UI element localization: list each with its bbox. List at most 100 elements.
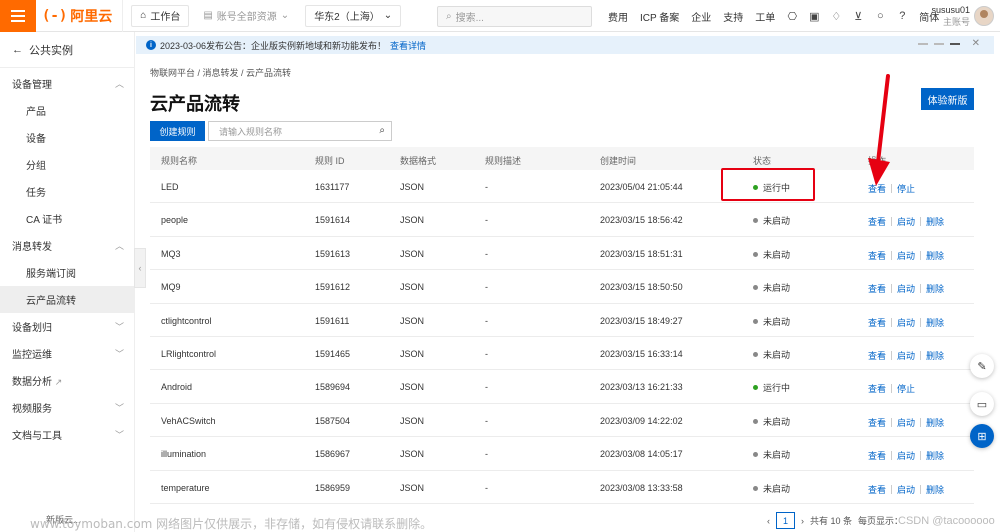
search-icon[interactable]: ⌕ [379,125,385,136]
sidebar-collapse-handle[interactable]: ‹ [134,248,146,288]
cell-rule-desc: - [485,282,488,293]
sidebar-item-product[interactable]: 产品 [0,97,134,124]
create-rule-button[interactable]: 创建规则 [150,121,205,141]
sidebar-item-server-subscription[interactable]: 服务端订阅 [0,259,134,286]
start-link[interactable]: 启动 [897,483,915,496]
back-button[interactable]: ← 公共实例 [0,32,134,68]
view-link[interactable]: 查看 [868,215,886,228]
status-stopped-dot [753,251,758,257]
cell-data-format: JSON [400,215,425,226]
nav-group-device-assign[interactable]: 设备划归 ﹀ [0,313,134,340]
cart-icon[interactable]: ⊻ [847,10,869,23]
cell-status: 未启动 [753,415,790,428]
aliyun-logo[interactable]: (-) 阿里云 [42,0,124,32]
help-icon[interactable]: ? [891,10,913,22]
action-separator [920,250,922,260]
start-link[interactable]: 启动 [897,316,915,329]
delete-link[interactable]: 删除 [926,416,944,429]
link-enterprise[interactable]: 企业 [685,9,717,24]
cell-status: 未启动 [753,315,790,328]
status-text: 未启动 [763,283,791,294]
start-link[interactable]: 启动 [897,249,915,262]
link-ticket[interactable]: 工单 [749,9,781,24]
cloud-shell-icon[interactable]: ⎔ [781,10,803,23]
cell-data-format: JSON [400,315,425,326]
cell-status: 运行中 [753,381,790,394]
nav-group-video-service[interactable]: 视频服务 ﹀ [0,394,134,421]
sidebar-item-cloud-product-flow[interactable]: 云产品流转 [0,286,134,313]
start-link[interactable]: 启动 [897,416,915,429]
user-info[interactable]: sususu01 主账号 [928,4,970,28]
try-new-version-button[interactable]: 体验新版 [921,88,974,110]
external-link-icon: ↗ [54,377,63,387]
start-link[interactable]: 启动 [897,349,915,362]
nav-group-message-forward[interactable]: 消息转发 ︿ [0,232,134,259]
page-number[interactable]: 1 [776,512,795,529]
carousel-indicator[interactable] [917,42,928,45]
stop-link[interactable]: 停止 [897,382,915,395]
cell-rule-id: 1586967 [315,449,351,460]
notice-detail-link[interactable]: 查看详情 [390,39,426,52]
status-text: 未启动 [763,416,791,427]
nav-group-device-mgmt[interactable]: 设备管理 ︿ [0,70,134,97]
nav-group-label: 视频服务 [12,404,52,415]
delete-link[interactable]: 删除 [926,282,944,295]
action-separator [920,484,922,494]
delete-link[interactable]: 删除 [926,249,944,262]
carousel-indicator[interactable] [933,42,944,45]
link-support[interactable]: 支持 [717,9,749,24]
hamburger-menu-button[interactable] [0,0,36,32]
bell-icon[interactable]: ♢ [825,10,847,23]
link-icp[interactable]: ICP 备案 [634,9,685,24]
delete-link[interactable]: 删除 [926,483,944,496]
cell-actions: 查看 启动 删除 [868,449,944,462]
prev-page-icon[interactable]: ‹ [767,516,770,526]
carousel-indicator-active[interactable] [949,42,960,45]
chevron-down-icon: ﹀ [114,322,124,332]
view-link[interactable]: 查看 [868,382,886,395]
delete-link[interactable]: 删除 [926,349,944,362]
breadcrumb[interactable]: 物联网平台 / 消息转发 / 云产品流转 [150,66,291,79]
avatar[interactable] [974,6,994,26]
status-stopped-dot [753,218,758,224]
nav-group-monitoring[interactable]: 监控运维 ﹀ [0,340,134,367]
cell-rule-name: illumination [161,449,207,460]
chevron-down-icon: ⌄ [280,10,290,21]
rule-search-input[interactable]: 请输入规则名称 ⌕ [208,121,392,141]
action-separator [920,284,922,294]
sidebar-item-device[interactable]: 设备 [0,124,134,151]
sidebar-item-ca-cert[interactable]: CA 证书 [0,205,134,232]
nav-group-docs-tools[interactable]: 文档与工具 ﹀ [0,421,134,448]
link-billing[interactable]: 费用 [602,9,634,24]
view-link[interactable]: 查看 [868,483,886,496]
delete-link[interactable]: 删除 [926,215,944,228]
start-link[interactable]: 启动 [897,215,915,228]
next-page-icon[interactable]: › [801,516,804,526]
delete-link[interactable]: 删除 [926,316,944,329]
view-link[interactable]: 查看 [868,316,886,329]
region-selector[interactable]: 华东2（上海） ⌄ [305,4,402,27]
terminal-icon[interactable]: ▣ [803,10,825,23]
nav-group-data-analysis[interactable]: 数据分析 ↗ [0,367,134,394]
view-link[interactable]: 查看 [868,282,886,295]
workbench-button[interactable]: ⌂ 工作台 [131,4,190,27]
global-search-input[interactable]: ⌕ 搜索... [437,6,592,27]
sidebar-item-task[interactable]: 任务 [0,178,134,205]
view-link[interactable]: 查看 [868,249,886,262]
delete-link[interactable]: 删除 [926,449,944,462]
apps-button[interactable]: ⊞ [970,424,994,448]
view-link[interactable]: 查看 [868,349,886,362]
edit-feedback-button[interactable]: ✎ [970,354,994,378]
cell-rule-name: VehACSwitch [161,415,216,426]
resource-selector[interactable]: ▤ 账号全部资源 ⌄ [195,5,297,27]
view-link[interactable]: 查看 [868,449,886,462]
close-icon[interactable]: ✕ [972,38,980,49]
lightbulb-icon[interactable]: ○ [869,10,891,22]
info-icon: i [146,40,156,50]
start-link[interactable]: 启动 [897,282,915,295]
start-link[interactable]: 启动 [897,449,915,462]
view-link[interactable]: 查看 [868,416,886,429]
table-row: MQ9 1591612 JSON - 2023/03/15 18:50:50 未启动 查看启… [150,270,974,304]
chat-button[interactable]: ▭ [970,392,994,416]
sidebar-item-group[interactable]: 分组 [0,151,134,178]
